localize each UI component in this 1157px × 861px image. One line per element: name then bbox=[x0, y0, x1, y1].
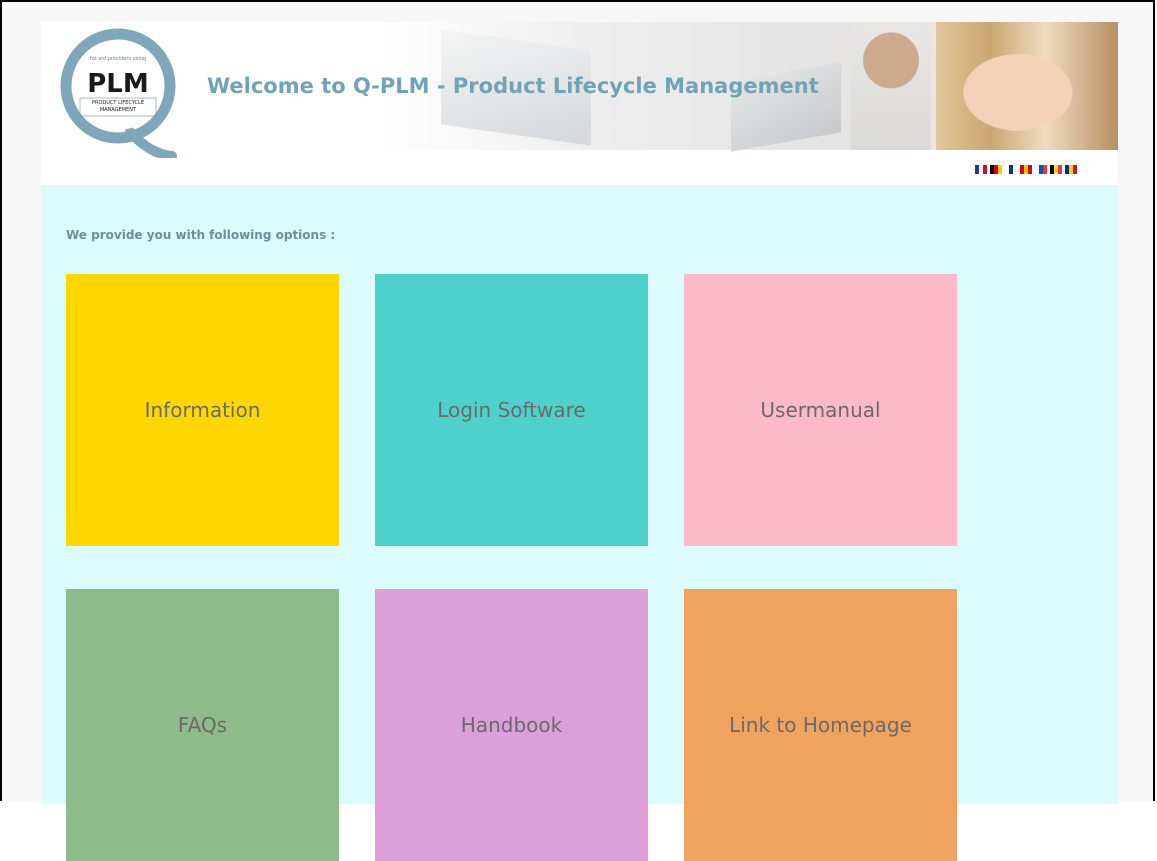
faqs-tile[interactable]: FAQs bbox=[66, 589, 339, 861]
tile-label: Link to Homepage bbox=[729, 713, 912, 737]
link-to-homepage-tile[interactable]: Link to Homepage bbox=[684, 589, 957, 861]
slovenian-flag-icon[interactable] bbox=[1035, 165, 1047, 174]
tile-label: Login Software bbox=[437, 398, 586, 422]
usermanual-tile[interactable]: Usermanual bbox=[684, 274, 957, 546]
banner-person-image bbox=[936, 22, 1118, 150]
main-content: We provide you with following options : … bbox=[41, 185, 1118, 861]
spanish-flag-icon[interactable] bbox=[1020, 165, 1032, 174]
logo-small-text: for aid providers using bbox=[90, 56, 146, 62]
finnish-flag-icon[interactable] bbox=[1005, 165, 1017, 174]
page: QUALITY ASSURANCE for aid providers usin… bbox=[41, 22, 1118, 861]
logo-main-text: PLM bbox=[87, 69, 149, 99]
options-intro: We provide you with following options : bbox=[66, 228, 336, 242]
login-software-tile[interactable]: Login Software bbox=[375, 274, 648, 546]
belgian-flag-icon[interactable] bbox=[1050, 165, 1062, 174]
page-title: Welcome to Q-PLM - Product Lifecycle Man… bbox=[207, 74, 819, 98]
header: QUALITY ASSURANCE for aid providers usin… bbox=[41, 22, 1118, 185]
plm-logo[interactable]: QUALITY ASSURANCE for aid providers usin… bbox=[60, 24, 177, 158]
tile-label: Handbook bbox=[460, 713, 563, 737]
german-flag-icon[interactable] bbox=[990, 165, 1002, 174]
banner-person-image bbox=[851, 22, 931, 150]
english-flag-icon[interactable] bbox=[975, 165, 987, 174]
logo-sub-text: PRODUCT LIFECYCLE MANAGEMENT bbox=[92, 100, 144, 113]
tile-label: FAQs bbox=[177, 713, 228, 737]
information-tile[interactable]: Information bbox=[66, 274, 339, 546]
tile-label: Usermanual bbox=[760, 398, 881, 422]
tile-label: Information bbox=[144, 398, 261, 422]
browser-frame: QUALITY ASSURANCE for aid providers usin… bbox=[0, 0, 1155, 861]
handbook-tile[interactable]: Handbook bbox=[375, 589, 648, 861]
romanian-flag-icon[interactable] bbox=[1065, 165, 1077, 174]
language-selector bbox=[975, 165, 1077, 177]
